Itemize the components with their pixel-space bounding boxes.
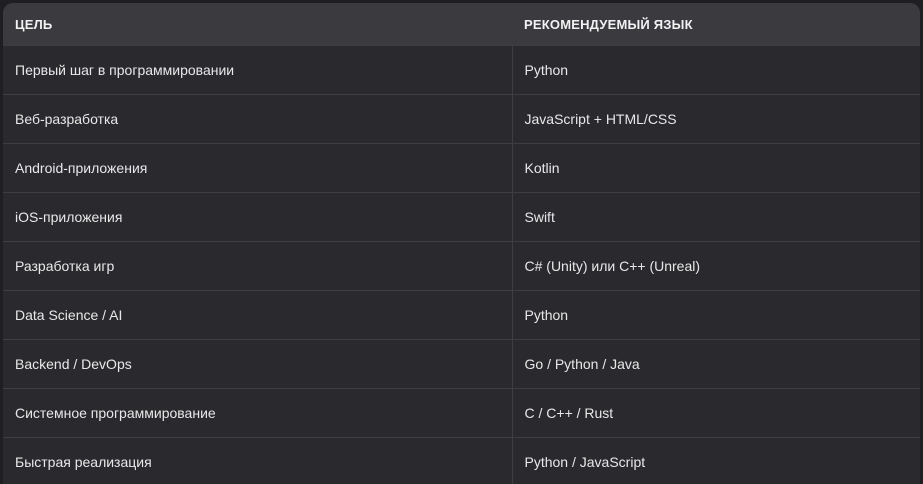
table-row: iOS-приложения Swift xyxy=(3,192,920,242)
table-row: Веб-разработка JavaScript + HTML/CSS xyxy=(3,94,920,144)
cell-goal: Backend / DevOps xyxy=(3,339,513,389)
cell-goal: Android-приложения xyxy=(3,143,513,193)
cell-language: Kotlin xyxy=(512,143,920,193)
cell-language: C / C++ / Rust xyxy=(512,388,920,438)
cell-language: Python xyxy=(512,45,920,95)
table-row: Разработка игр C# (Unity) или C++ (Unrea… xyxy=(3,241,920,291)
goal-language-table: ЦЕЛЬ РЕКОМЕНДУЕМЫЙ ЯЗЫК Первый шаг в про… xyxy=(3,3,920,484)
cell-language: Swift xyxy=(512,192,920,242)
table-body: Первый шаг в программировании Python Веб… xyxy=(3,45,920,484)
cell-language: JavaScript + HTML/CSS xyxy=(512,94,920,144)
recommendation-table: ЦЕЛЬ РЕКОМЕНДУЕМЫЙ ЯЗЫК Первый шаг в про… xyxy=(3,3,920,484)
table-row: Backend / DevOps Go / Python / Java xyxy=(3,339,920,389)
table-row: Быстрая реализация Python / JavaScript xyxy=(3,437,920,484)
table-row: Первый шаг в программировании Python xyxy=(3,45,920,95)
cell-goal: Первый шаг в программировании xyxy=(3,45,513,95)
cell-language: Go / Python / Java xyxy=(512,339,920,389)
cell-language: Python xyxy=(512,290,920,340)
cell-language: C# (Unity) или C++ (Unreal) xyxy=(512,241,920,291)
header-language: РЕКОМЕНДУЕМЫЙ ЯЗЫК xyxy=(512,3,920,46)
cell-goal: Системное программирование xyxy=(3,388,513,438)
table-header: ЦЕЛЬ РЕКОМЕНДУЕМЫЙ ЯЗЫК xyxy=(3,3,920,46)
cell-language: Python / JavaScript xyxy=(512,437,920,484)
table-row: Data Science / AI Python xyxy=(3,290,920,340)
cell-goal: Быстрая реализация xyxy=(3,437,513,484)
header-row: ЦЕЛЬ РЕКОМЕНДУЕМЫЙ ЯЗЫК xyxy=(3,3,920,46)
cell-goal: iOS-приложения xyxy=(3,192,513,242)
cell-goal: Веб-разработка xyxy=(3,94,513,144)
cell-goal: Data Science / AI xyxy=(3,290,513,340)
table-row: Android-приложения Kotlin xyxy=(3,143,920,193)
table-row: Системное программирование C / C++ / Rus… xyxy=(3,388,920,438)
cell-goal: Разработка игр xyxy=(3,241,513,291)
header-goal: ЦЕЛЬ xyxy=(3,3,512,46)
